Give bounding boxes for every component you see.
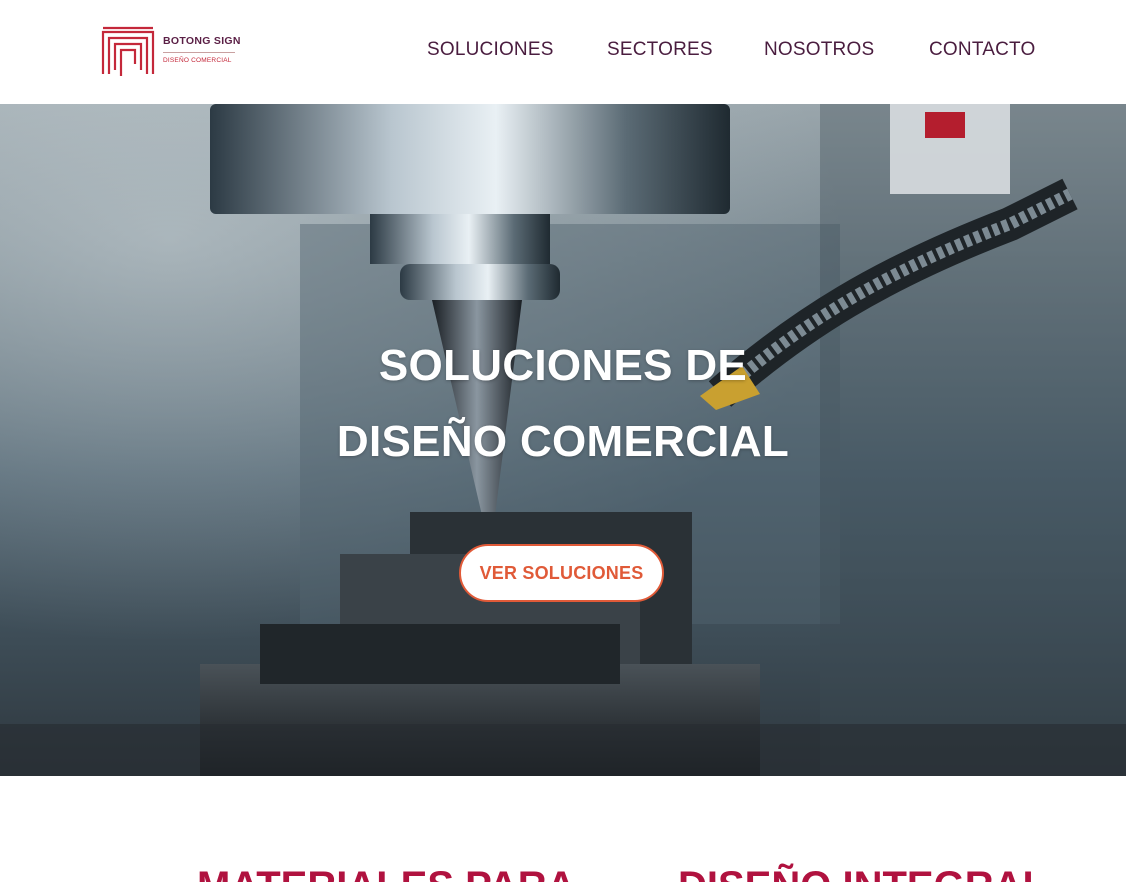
nav-item-nosotros[interactable]: NOSOTROS [764, 37, 874, 63]
main-nav: SOLUCIONES SECTORES NOSOTROS CONTACTO [0, 37, 1126, 63]
ver-soluciones-button[interactable]: VER SOLUCIONES [459, 544, 664, 602]
nav-item-sectores[interactable]: SECTORES [607, 37, 713, 63]
site-header: BOTONG SIGN DISEÑO COMERCIAL SOLUCIONES … [0, 0, 1126, 104]
hero-title: SOLUCIONES DE DISEÑO COMERCIAL [263, 328, 863, 480]
nav-item-soluciones[interactable]: SOLUCIONES [427, 37, 554, 63]
nav-item-contacto[interactable]: CONTACTO [929, 37, 1035, 63]
section-heading-materiales: MATERIALES PARA [197, 862, 576, 882]
hero-section: SOLUCIONES DE DISEÑO COMERCIAL VER SOLUC… [0, 104, 1126, 776]
hero-title-line-2: DISEÑO COMERCIAL [336, 417, 790, 466]
hero-title-line-1: SOLUCIONES DE [378, 341, 748, 390]
section-heading-diseno: DISEÑO INTEGRAL [678, 862, 1047, 882]
